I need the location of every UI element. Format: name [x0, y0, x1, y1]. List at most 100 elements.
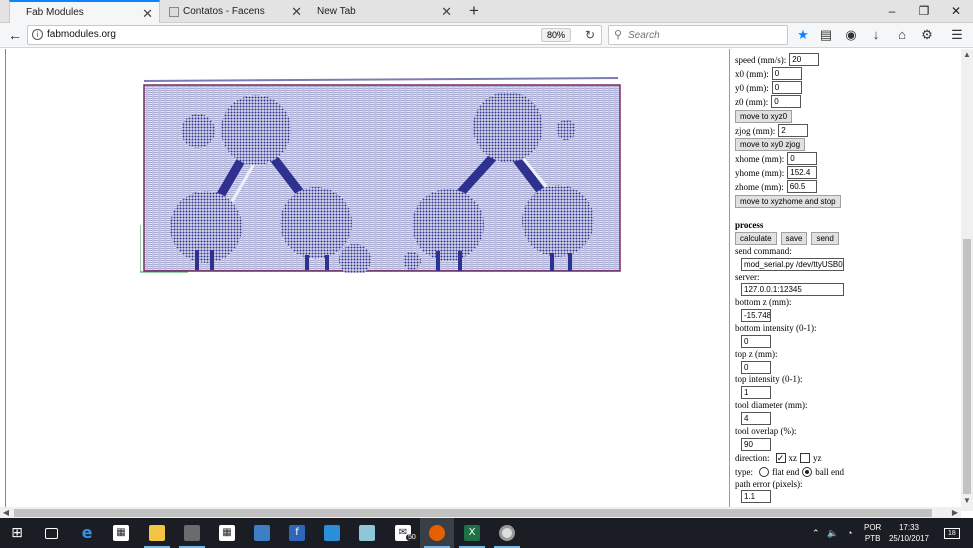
- close-window-button[interactable]: ✕: [940, 0, 972, 23]
- info-icon[interactable]: i: [32, 29, 43, 40]
- language-indicator[interactable]: POR PTB: [864, 518, 881, 548]
- path-error-input[interactable]: 1.1: [741, 490, 771, 503]
- taskbar-firefox[interactable]: [420, 518, 454, 548]
- layout-text: PTB: [864, 534, 881, 543]
- clock[interactable]: 17:33 25/10/2017: [884, 522, 934, 544]
- notification-icon[interactable]: 18: [944, 518, 960, 548]
- toolpath-preview: [140, 77, 621, 273]
- send-command-input[interactable]: mod_serial.py /dev/ttyUSB0: [741, 258, 844, 271]
- app-icon: [184, 525, 200, 541]
- taskbar-mail[interactable]: ✉ 50: [386, 518, 420, 548]
- server-label: server:: [735, 272, 760, 282]
- horizontal-scroll-thumb[interactable]: [14, 509, 932, 517]
- taskbar-app-7[interactable]: [245, 518, 279, 548]
- taskbar-chrome[interactable]: [490, 518, 524, 548]
- tool-diameter-label: tool diameter (mm):: [735, 400, 808, 410]
- direction-yz-checkbox[interactable]: [800, 453, 810, 463]
- speed-label: speed (mm/s):: [735, 54, 787, 65]
- url-text[interactable]: fabmodules.org: [47, 29, 116, 40]
- save-button[interactable]: save: [780, 232, 808, 245]
- move-xyzhome-stop-button[interactable]: move to xyzhome and stop: [735, 195, 841, 208]
- y0-label: y0 (mm):: [735, 82, 769, 93]
- bottom-intensity-input[interactable]: 0: [741, 335, 771, 348]
- back-arrow-icon[interactable]: ←: [6, 26, 24, 44]
- search-box[interactable]: ⚲: [608, 25, 788, 45]
- close-icon[interactable]: ✕: [291, 4, 302, 20]
- tab-fab-modules[interactable]: Fab Modules ✕: [9, 0, 160, 23]
- home-icon[interactable]: ⌂: [893, 26, 911, 44]
- tool-diameter-input[interactable]: 4: [741, 412, 771, 425]
- taskbar-app-5[interactable]: [175, 518, 209, 548]
- scroll-down-icon[interactable]: ▼: [961, 495, 973, 507]
- zhome-input[interactable]: 60.5: [786, 180, 817, 193]
- extension-icon[interactable]: ⚙: [918, 26, 936, 44]
- task-view-button[interactable]: [34, 518, 68, 548]
- yhome-input[interactable]: 152.4: [787, 166, 818, 179]
- bookmark-star-icon[interactable]: ★: [794, 26, 812, 44]
- taskbar-excel[interactable]: X: [455, 518, 489, 548]
- top-z-input[interactable]: 0: [741, 361, 771, 374]
- url-bar[interactable]: i fabmodules.org 80% ↻: [27, 25, 602, 45]
- direction-xz-checkbox[interactable]: ✓: [775, 453, 786, 463]
- mail-badge: 50: [406, 534, 418, 541]
- start-button[interactable]: ⊞: [0, 518, 34, 548]
- close-icon[interactable]: ✕: [142, 6, 153, 22]
- top-intensity-input[interactable]: 1: [741, 386, 771, 399]
- taskbar-app-8[interactable]: f: [280, 518, 314, 548]
- vertical-scroll-thumb[interactable]: [963, 239, 971, 494]
- zhome-label: zhome (mm):: [735, 181, 784, 192]
- xhome-input[interactable]: 0: [787, 152, 818, 165]
- speed-input[interactable]: 20: [789, 53, 820, 66]
- tab-contatos-facens[interactable]: Contatos - Facens ✕: [160, 0, 308, 23]
- direction-xz-label: xz: [788, 453, 798, 463]
- type-ball-end-radio[interactable]: [802, 467, 813, 477]
- move-xyz0-button[interactable]: move to xyz0: [735, 110, 793, 123]
- taskbar-calculator[interactable]: ▦: [210, 518, 244, 548]
- taskbar-file-explorer[interactable]: [140, 518, 174, 548]
- maximize-button[interactable]: ❐: [908, 0, 940, 23]
- taskbar-edge[interactable]: e: [70, 518, 104, 548]
- direction-label: direction:: [735, 453, 770, 463]
- app-icon: f: [289, 525, 305, 541]
- favicon-icon: [169, 6, 179, 17]
- taskbar-store[interactable]: ▦: [104, 518, 138, 548]
- app-icon: [254, 525, 270, 541]
- move-xy0-zjog-button[interactable]: move to xy0 zjog: [735, 138, 806, 151]
- tool-overlap-input[interactable]: 90: [741, 438, 771, 451]
- bottom-z-input[interactable]: -15.748: [741, 309, 771, 322]
- close-icon[interactable]: ✕: [441, 4, 452, 20]
- vertical-scrollbar[interactable]: ▲ ▼: [961, 49, 973, 511]
- taskbar-app-10[interactable]: [350, 518, 384, 548]
- menu-icon[interactable]: ☰: [948, 26, 966, 44]
- type-flat-end-label: flat end: [772, 467, 800, 477]
- scroll-up-icon[interactable]: ▲: [961, 49, 973, 61]
- language-text: POR: [864, 523, 882, 532]
- server-input[interactable]: 127.0.0.1:12345: [741, 283, 844, 296]
- x0-label: x0 (mm):: [735, 68, 769, 79]
- zjog-input[interactable]: 2: [778, 124, 809, 137]
- download-icon[interactable]: ↓: [867, 26, 885, 44]
- library-icon[interactable]: ▤: [817, 26, 835, 44]
- tab-new-tab[interactable]: New Tab ✕: [308, 0, 458, 23]
- taskbar-app-9[interactable]: [315, 518, 349, 548]
- pocket-icon[interactable]: ◉: [842, 26, 860, 44]
- app-icon: [324, 525, 340, 541]
- type-flat-end-radio[interactable]: [759, 467, 769, 477]
- z0-input[interactable]: 0: [771, 95, 802, 108]
- x0-input[interactable]: 0: [771, 67, 802, 80]
- yhome-label: yhome (mm):: [735, 167, 785, 178]
- search-icon: ⚲: [614, 29, 623, 41]
- search-input[interactable]: [628, 28, 778, 42]
- edge-icon: e: [81, 523, 93, 542]
- send-button[interactable]: send: [811, 232, 839, 245]
- zoom-indicator[interactable]: 80%: [540, 28, 571, 42]
- calculate-button[interactable]: calculate: [735, 232, 777, 245]
- network-icon[interactable]: ◔: [847, 518, 852, 548]
- minimize-button[interactable]: –: [876, 0, 908, 23]
- reload-icon[interactable]: ↻: [585, 28, 595, 42]
- y0-input[interactable]: 0: [771, 81, 802, 94]
- new-tab-button[interactable]: +: [464, 0, 484, 23]
- volume-icon[interactable]: 🔈: [827, 518, 838, 548]
- tray-chevron-icon[interactable]: ⌃: [812, 518, 820, 548]
- tool-overlap-label: tool overlap (%):: [735, 426, 797, 436]
